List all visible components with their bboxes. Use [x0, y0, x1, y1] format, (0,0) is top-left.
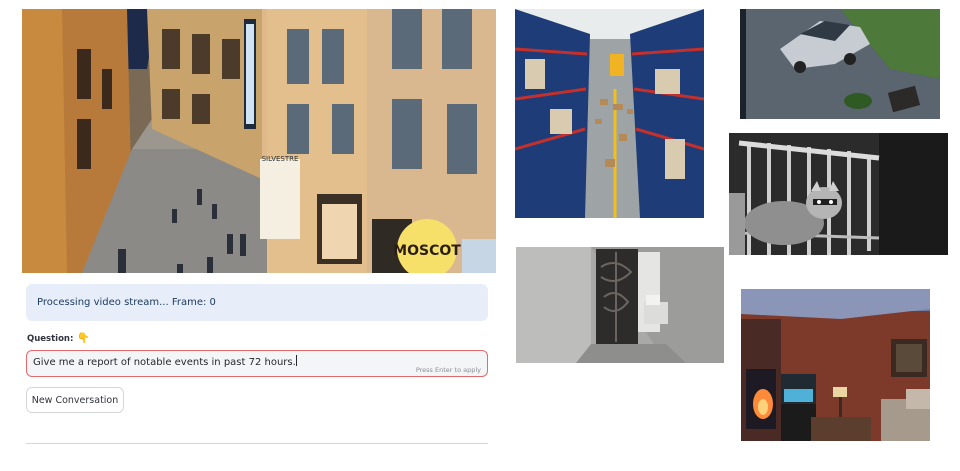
question-label: Question: 👇 [27, 333, 90, 345]
processing-status-alert: Processing video stream... Frame: 0 [26, 284, 488, 321]
new-conversation-button[interactable]: New Conversation [26, 387, 124, 413]
pointing-down-hand-icon: 👇 [77, 333, 90, 344]
press-enter-hint: Press Enter to apply [415, 366, 481, 374]
moscot-sign-text: MOSCOT [393, 243, 461, 259]
question-input-value: Give me a report of notable events in pa… [33, 357, 296, 368]
thumbnail-driveway-car[interactable] [740, 9, 940, 119]
processing-status-text: Processing video stream... Frame: 0 [37, 297, 216, 308]
divider [26, 443, 488, 444]
silvestre-sign-text: SILVESTRE [262, 155, 299, 163]
main-video-frame-street: MOSCOT SILVESTRE [22, 9, 496, 273]
thumbnail-warehouse[interactable] [515, 9, 704, 218]
question-label-text: Question: [27, 334, 74, 344]
thumbnail-living-room[interactable] [741, 289, 930, 441]
thumbnail-doorway-package[interactable] [516, 247, 724, 363]
question-input[interactable]: Give me a report of notable events in pa… [26, 350, 488, 377]
thumbnail-raccoon-night[interactable] [729, 133, 948, 255]
text-cursor [295, 355, 297, 366]
